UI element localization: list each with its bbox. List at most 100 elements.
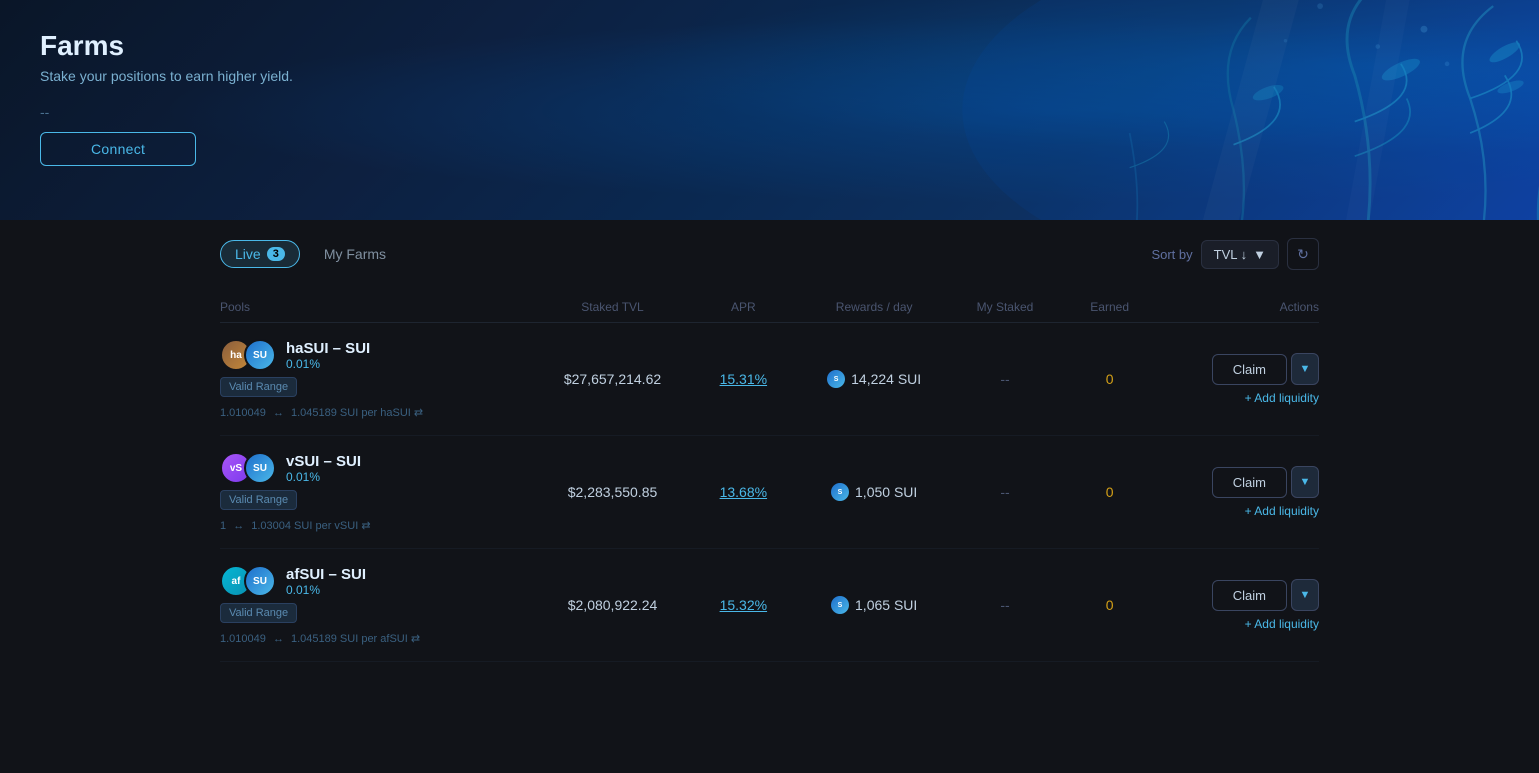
staked-tvl-cell: $2,080,922.24 — [534, 597, 691, 613]
my-staked-cell: -- — [953, 597, 1058, 613]
main-content: Live 3 My Farms Sort by TVL ↓ ▼ ↻ Pools … — [0, 220, 1539, 773]
valid-range-badge: Valid Range — [220, 377, 297, 397]
staked-tvl-cell: $27,657,214.62 — [534, 371, 691, 387]
rewards-cell: S 14,224 SUI — [796, 370, 953, 388]
pool-name-group: afSUI – SUI 0.01% — [286, 566, 366, 597]
range-swap-icon: ⇄ — [414, 407, 423, 419]
apr-cell[interactable]: 15.32% — [691, 597, 796, 613]
apr-cell[interactable]: 13.68% — [691, 484, 796, 500]
action-buttons: Claim ▼ — [1212, 579, 1319, 611]
tab-my-farms[interactable]: My Farms — [324, 241, 386, 267]
range-arrow-icon: ↔ — [273, 633, 284, 645]
sort-chevron-icon: ▼ — [1253, 247, 1266, 262]
dropdown-button[interactable]: ▼ — [1291, 466, 1319, 498]
add-liquidity-link[interactable]: + Add liquidity — [1245, 504, 1319, 518]
valid-range-text: 1.010049 ↔ 1.045189 SUI per haSUI ⇄ — [220, 406, 534, 419]
rewards-val: 14,224 SUI — [851, 371, 921, 387]
sort-value: TVL ↓ — [1214, 247, 1247, 262]
pool-fee: 0.01% — [286, 470, 361, 484]
my-staked-cell: -- — [953, 484, 1058, 500]
refresh-icon: ↻ — [1297, 246, 1309, 263]
farm-table-body: ha SU haSUI – SUI 0.01% Valid Range 1.01… — [220, 323, 1319, 662]
range-swap-icon: ⇄ — [411, 633, 420, 645]
token-icons: af SU — [220, 565, 276, 597]
table-row: ha SU haSUI – SUI 0.01% Valid Range 1.01… — [220, 323, 1319, 436]
add-liquidity-link[interactable]: + Add liquidity — [1245, 617, 1319, 631]
rewards-val: 1,065 SUI — [855, 597, 917, 613]
range-arrow-icon: ↔ — [233, 520, 244, 532]
actions-col: Claim ▼ + Add liquidity — [1162, 353, 1319, 405]
pool-col-hasui-sui: ha SU haSUI – SUI 0.01% Valid Range 1.01… — [220, 339, 534, 419]
token-b-icon: SU — [244, 565, 276, 597]
range-swap-icon: ⇄ — [361, 520, 370, 532]
header-my-staked: My Staked — [953, 300, 1058, 314]
sort-controls: Sort by TVL ↓ ▼ ↻ — [1151, 238, 1319, 270]
range-arrow-icon: ↔ — [273, 407, 284, 419]
valid-range-text: 1 ↔ 1.03004 SUI per vSUI ⇄ — [220, 519, 534, 532]
earned-cell: 0 — [1057, 597, 1162, 613]
token-icons: vS SU — [220, 452, 276, 484]
header-rewards-day: Rewards / day — [796, 300, 953, 314]
pool-fee: 0.01% — [286, 357, 370, 371]
rewards-cell: S 1,065 SUI — [796, 596, 953, 614]
chevron-down-icon: ▼ — [1300, 363, 1311, 375]
action-buttons: Claim ▼ — [1212, 466, 1319, 498]
header-staked-tvl: Staked TVL — [534, 300, 691, 314]
sui-token-icon: S — [831, 483, 849, 501]
page-subtitle: Stake your positions to earn higher yiel… — [40, 68, 1499, 84]
pool-name-group: haSUI – SUI 0.01% — [286, 340, 370, 371]
sui-token-icon: S — [827, 370, 845, 388]
valid-range-badge: Valid Range — [220, 603, 297, 623]
tab-live-label: Live — [235, 246, 261, 262]
earned-cell: 0 — [1057, 484, 1162, 500]
table-row: af SU afSUI – SUI 0.01% Valid Range 1.01… — [220, 549, 1319, 662]
refresh-button[interactable]: ↻ — [1287, 238, 1319, 270]
hero-dash: -- — [40, 104, 1499, 120]
page-title: Farms — [40, 30, 1499, 62]
earned-cell: 0 — [1057, 371, 1162, 387]
my-staked-cell: -- — [953, 371, 1058, 387]
sui-token-icon: S — [831, 596, 849, 614]
valid-range-badge: Valid Range — [220, 490, 297, 510]
pool-name: vSUI – SUI — [286, 453, 361, 470]
token-icons: ha SU — [220, 339, 276, 371]
tab-group: Live 3 My Farms — [220, 240, 386, 268]
pool-name-row: ha SU haSUI – SUI 0.01% — [220, 339, 534, 371]
pool-name: afSUI – SUI — [286, 566, 366, 583]
connect-button[interactable]: Connect — [40, 132, 196, 166]
hero-content: Farms Stake your positions to earn highe… — [0, 0, 1539, 196]
chevron-down-icon: ▼ — [1300, 589, 1311, 601]
pool-fee: 0.01% — [286, 583, 366, 597]
tab-live-badge: 3 — [267, 247, 285, 261]
add-liquidity-link[interactable]: + Add liquidity — [1245, 391, 1319, 405]
table-row: vS SU vSUI – SUI 0.01% Valid Range 1 ↔ 1… — [220, 436, 1319, 549]
action-buttons: Claim ▼ — [1212, 353, 1319, 385]
pool-name-row: vS SU vSUI – SUI 0.01% — [220, 452, 534, 484]
rewards-val: 1,050 SUI — [855, 484, 917, 500]
pool-col-afsui-sui: af SU afSUI – SUI 0.01% Valid Range 1.01… — [220, 565, 534, 645]
rewards-cell: S 1,050 SUI — [796, 483, 953, 501]
header-apr: APR — [691, 300, 796, 314]
actions-col: Claim ▼ + Add liquidity — [1162, 466, 1319, 518]
claim-button[interactable]: Claim — [1212, 580, 1287, 611]
header-earned: Earned — [1057, 300, 1162, 314]
claim-button[interactable]: Claim — [1212, 354, 1287, 385]
sort-select[interactable]: TVL ↓ ▼ — [1201, 240, 1279, 269]
table-header: Pools Staked TVL APR Rewards / day My St… — [220, 290, 1319, 323]
tab-live[interactable]: Live 3 — [220, 240, 300, 268]
token-b-icon: SU — [244, 452, 276, 484]
apr-cell[interactable]: 15.31% — [691, 371, 796, 387]
dropdown-button[interactable]: ▼ — [1291, 579, 1319, 611]
pool-name-row: af SU afSUI – SUI 0.01% — [220, 565, 534, 597]
sort-label: Sort by — [1151, 247, 1192, 262]
chevron-down-icon: ▼ — [1300, 476, 1311, 488]
dropdown-button[interactable]: ▼ — [1291, 353, 1319, 385]
claim-button[interactable]: Claim — [1212, 467, 1287, 498]
token-b-icon: SU — [244, 339, 276, 371]
pool-name: haSUI – SUI — [286, 340, 370, 357]
controls-row: Live 3 My Farms Sort by TVL ↓ ▼ ↻ — [220, 220, 1319, 270]
hero-section: Farms Stake your positions to earn highe… — [0, 0, 1539, 220]
pool-name-group: vSUI – SUI 0.01% — [286, 453, 361, 484]
header-pools: Pools — [220, 300, 534, 314]
staked-tvl-cell: $2,283,550.85 — [534, 484, 691, 500]
